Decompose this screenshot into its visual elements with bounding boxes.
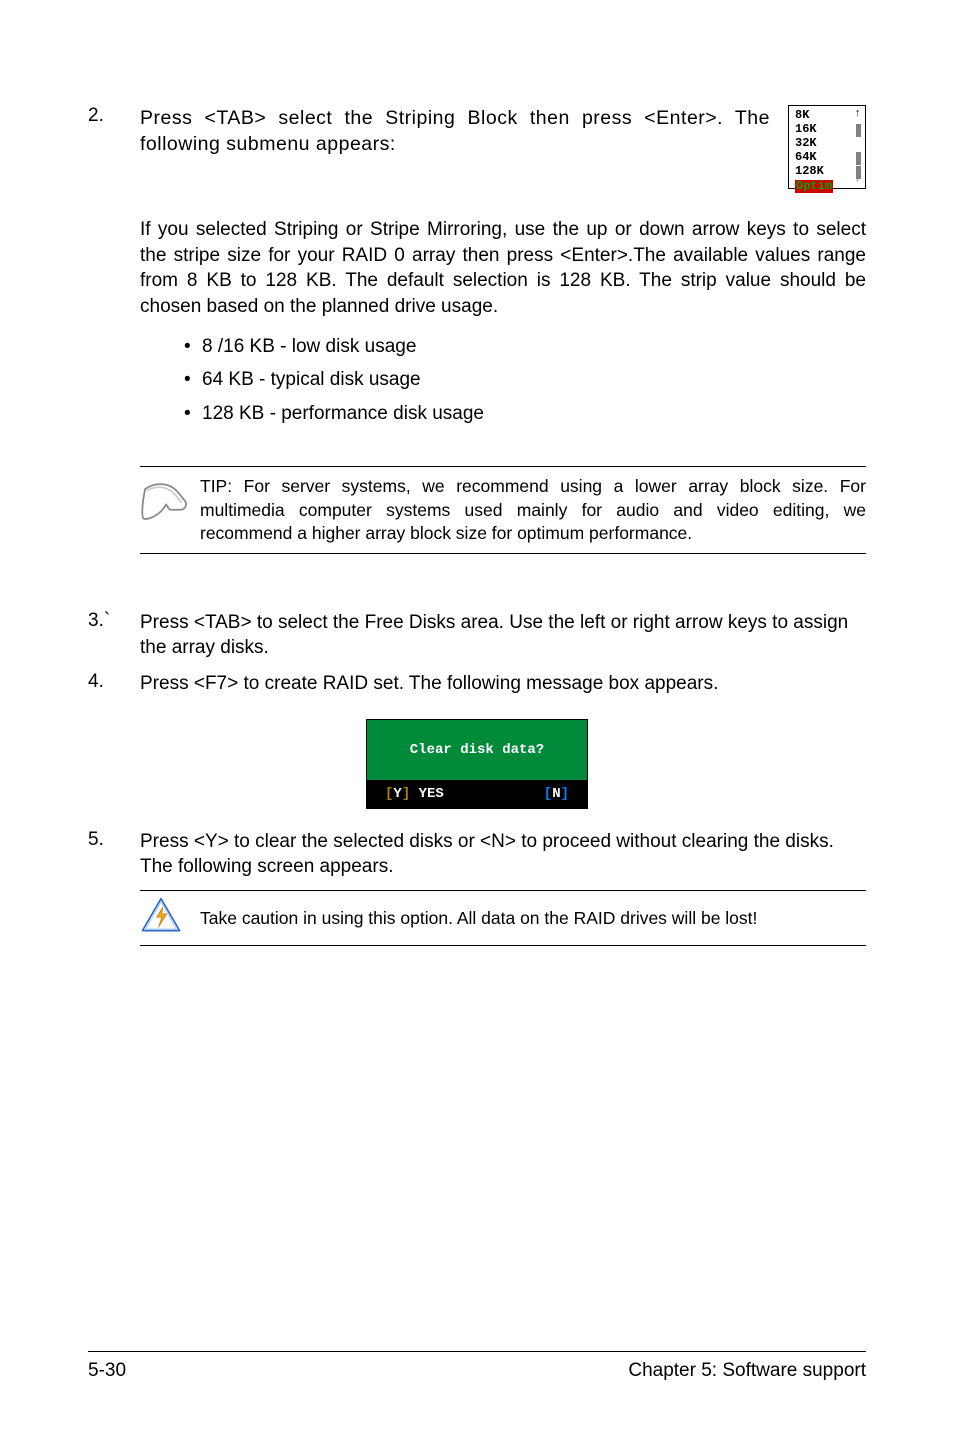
lightning-warning-icon [140, 897, 200, 939]
divider [88, 1351, 866, 1352]
step-3-number: 3.` [88, 610, 140, 632]
dialog-title: Clear disk data? [367, 720, 587, 780]
scrollbar-thumb-icon [856, 124, 861, 137]
step-3-row: 3.` Press <TAB> to select the Free Disks… [88, 610, 866, 661]
stripe-option-label: 32K [795, 137, 817, 151]
tip-text: TIP: For server systems, we recommend us… [200, 475, 866, 544]
yes-option: [Y] YES [385, 786, 444, 802]
divider [140, 553, 866, 554]
stripe-option-label: 8K [795, 109, 809, 123]
footer-row: 5-30 Chapter 5: Software support [88, 1360, 866, 1382]
chapter-label: Chapter 5: Software support [628, 1360, 866, 1382]
stripe-option: 64K [795, 151, 861, 165]
scroll-up-arrow-icon: ↑ [854, 108, 861, 121]
warning-callout: Take caution in using this option. All d… [140, 890, 866, 946]
stripe-option: 8K [795, 109, 861, 123]
stripe-usage-list: 8 /16 KB - low disk usage 64 KB - typica… [184, 334, 866, 427]
stripe-option-label: 16K [795, 123, 817, 137]
tip-callout: TIP: For server systems, we recommend us… [140, 466, 866, 553]
scrollbar-thumb-icon [856, 152, 861, 165]
warning-text: Take caution in using this option. All d… [200, 907, 866, 930]
scroll-down-arrow-icon: ↓ [854, 173, 861, 186]
step-2-row: 2. Press <TAB> select the Striping Block… [88, 105, 866, 189]
stripe-option-selected: Optim [795, 179, 861, 193]
stripe-option: 32K [795, 137, 861, 151]
no-key: N [552, 786, 560, 802]
step-5-text: Press <Y> to clear the selected disks or… [140, 829, 866, 880]
stripe-option-label: 128K [795, 165, 824, 179]
clear-disk-dialog-wrap: Clear disk data? [Y] YES [N] [88, 719, 866, 809]
hand-pointing-icon [140, 475, 200, 525]
step-2-number: 2. [88, 105, 140, 127]
step-5-row: 5. Press <Y> to clear the selected disks… [88, 829, 866, 880]
page-number: 5-30 [88, 1360, 126, 1382]
bracket-icon: ] [402, 786, 410, 802]
page-footer: 5-30 Chapter 5: Software support [88, 1351, 866, 1382]
list-item: 64 KB - typical disk usage [184, 367, 866, 393]
step-5-number: 5. [88, 829, 140, 851]
bracket-icon: [ [544, 786, 552, 802]
steps-continued: 3.` Press <TAB> to select the Free Disks… [88, 610, 866, 697]
stripe-selected-label: Optim [795, 180, 833, 193]
stripe-option: 128K [795, 165, 861, 179]
list-item: 128 KB - performance disk usage [184, 401, 866, 427]
no-option: [N] [544, 786, 569, 802]
stripe-size-submenu: ↑ 8K 16K 32K 64K 128K Optim ↓ [788, 105, 866, 189]
step-4-row: 4. Press <F7> to create RAID set. The fo… [88, 671, 866, 697]
yes-key: Y [393, 786, 401, 802]
step-4-number: 4. [88, 671, 140, 693]
dialog-buttons: [Y] YES [N] [367, 780, 587, 808]
yes-label: YES [410, 786, 444, 802]
divider [140, 945, 866, 946]
warning-content: Take caution in using this option. All d… [140, 891, 866, 945]
stripe-option: 16K [795, 123, 861, 137]
list-item: 8 /16 KB - low disk usage [184, 334, 866, 360]
step-2-text: Press <TAB> select the Striping Block th… [140, 105, 770, 158]
tip-content: TIP: For server systems, we recommend us… [140, 467, 866, 552]
step-3-text: Press <TAB> to select the Free Disks are… [140, 610, 866, 661]
page: 2. Press <TAB> select the Striping Block… [0, 0, 954, 1438]
stripe-size-description: If you selected Striping or Stripe Mirro… [140, 217, 866, 320]
step-2-body: Press <TAB> select the Striping Block th… [140, 105, 866, 189]
clear-disk-dialog: Clear disk data? [Y] YES [N] [366, 719, 588, 809]
stripe-option-label: 64K [795, 151, 817, 165]
step-4-text: Press <F7> to create RAID set. The follo… [140, 671, 866, 697]
bracket-icon: ] [561, 786, 569, 802]
